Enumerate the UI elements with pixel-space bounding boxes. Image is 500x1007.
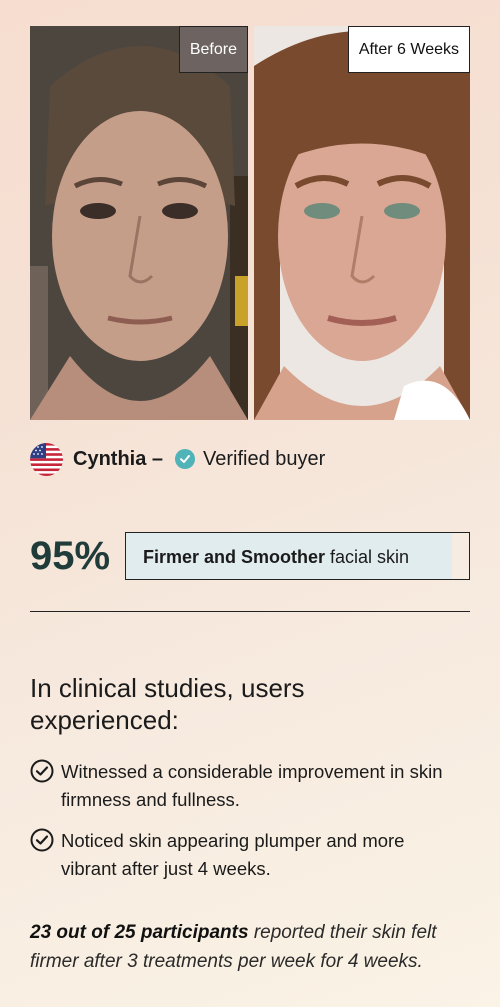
clinical-heading: In clinical studies, users experienced: xyxy=(30,673,305,735)
check-circle-icon xyxy=(30,759,54,783)
clinical-list: Witnessed a considerable improvement in … xyxy=(30,758,470,896)
verified-check-icon xyxy=(175,449,196,469)
stat-bold-text: Firmer and Smoother xyxy=(143,547,326,567)
list-item-text: Witnessed a considerable improvement in … xyxy=(61,761,443,810)
list-item: Witnessed a considerable improvement in … xyxy=(30,758,470,814)
list-item: Noticed skin appearing plumper and more … xyxy=(30,827,470,883)
list-item-text: Noticed skin appearing plumper and more … xyxy=(61,830,405,879)
footnote-bold: 23 out of 25 participants xyxy=(30,922,249,943)
after-label: After 6 Weeks xyxy=(347,26,470,73)
reviewer-name: Cynthia – xyxy=(73,447,164,470)
us-flag-icon xyxy=(30,442,63,476)
stat-percent: 95% xyxy=(30,534,111,578)
reviewer-info: Cynthia – Verified buyer xyxy=(30,442,325,476)
divider xyxy=(30,611,470,612)
before-photo: Before xyxy=(30,26,248,420)
after-photo: After 6 Weeks xyxy=(254,26,470,420)
stat-rest-text: facial skin xyxy=(325,547,410,567)
stat-bar: Firmer and Smoother facial skin xyxy=(125,532,470,580)
stat-text: Firmer and Smoother facial skin xyxy=(143,547,409,568)
check-circle-icon xyxy=(30,828,54,852)
before-after-photos: Before After 6 Weeks xyxy=(30,26,470,420)
stat-block: 95% Firmer and Smoother facial skin xyxy=(30,532,470,582)
before-label: Before xyxy=(178,26,248,73)
study-footnote: 23 out of 25 participants reported their… xyxy=(30,918,470,976)
verified-label: Verified buyer xyxy=(203,447,326,470)
